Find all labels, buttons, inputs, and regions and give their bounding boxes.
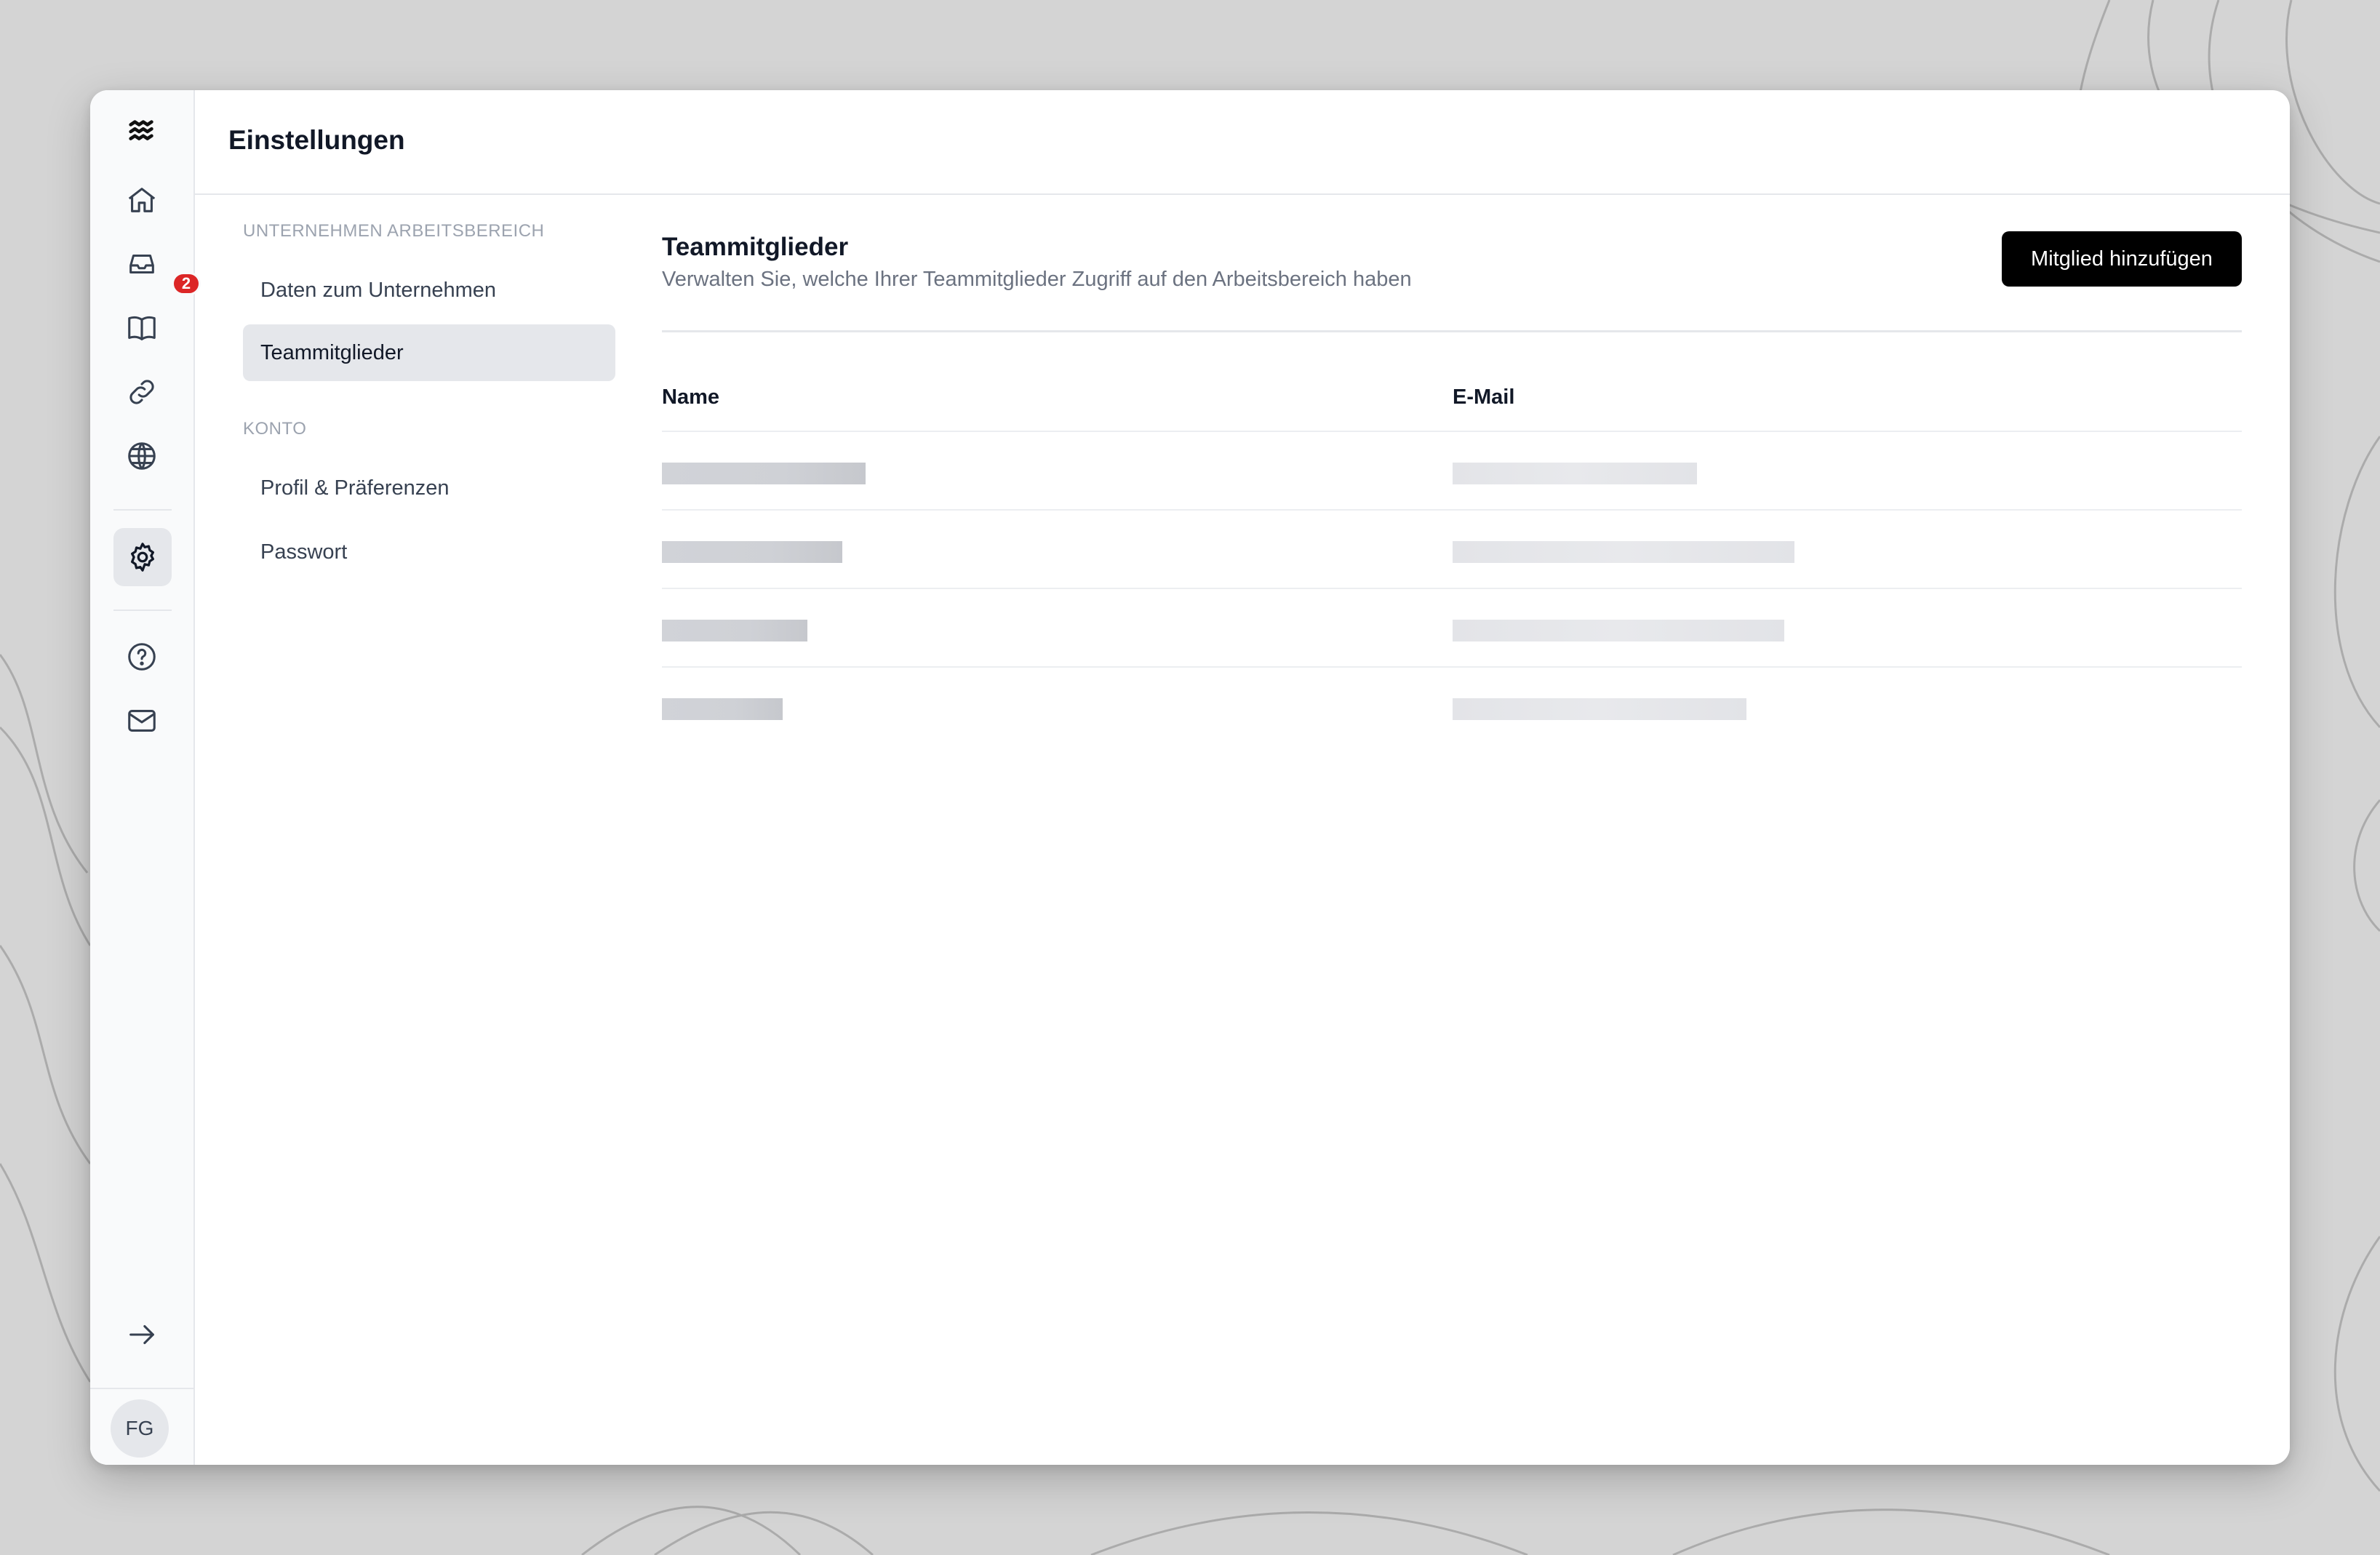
redacted-name [662, 620, 807, 641]
section-title: Teammitglieder [662, 233, 849, 261]
page-title: Einstellungen [228, 125, 405, 155]
redacted-email [1453, 698, 1746, 720]
arrow-right-icon[interactable] [119, 1312, 164, 1357]
nav-item-profile-preferences[interactable]: Profil & Präferenzen [243, 460, 615, 516]
redacted-email [1453, 541, 1794, 563]
row-divider [662, 588, 2242, 589]
globe-icon[interactable] [119, 433, 164, 479]
avatar[interactable]: FG [111, 1399, 169, 1458]
add-member-button[interactable]: Mitglied hinzufügen [2002, 231, 2242, 287]
app-window: 2 FG Einstellungen UNTERNEHMEN ARBEITSBE… [90, 90, 2290, 1465]
rail-bottom-divider [90, 1388, 193, 1389]
redacted-email [1453, 620, 1784, 641]
icon-rail: 2 FG [90, 90, 201, 1465]
section-divider [662, 330, 2242, 332]
mail-icon[interactable] [119, 698, 164, 743]
rail-divider [113, 609, 172, 611]
page-header [195, 90, 2290, 195]
column-header-name[interactable]: Name [662, 385, 719, 409]
inbox-badge: 2 [172, 272, 201, 295]
help-icon[interactable] [119, 634, 164, 679]
table-header-divider [662, 431, 2242, 432]
nav-item-company-data[interactable]: Daten zum Unternehmen [243, 262, 615, 319]
home-icon[interactable] [119, 177, 164, 223]
inbox-icon[interactable]: 2 [119, 241, 201, 295]
nav-section-workspace: UNTERNEHMEN ARBEITSBEREICH [243, 221, 545, 241]
redacted-name [662, 541, 842, 563]
column-header-email[interactable]: E-Mail [1453, 385, 1514, 409]
section-subtitle: Verwalten Sie, welche Ihrer Teammitglied… [662, 268, 1412, 291]
redacted-name [662, 698, 783, 720]
nav-section-account: KONTO [243, 419, 307, 439]
nav-item-password[interactable]: Passwort [243, 524, 615, 580]
nav-item-team-members[interactable]: Teammitglieder [243, 324, 615, 381]
book-icon[interactable] [119, 305, 164, 351]
rail-divider [113, 509, 172, 511]
logo-waves-icon[interactable] [119, 109, 164, 154]
link-icon[interactable] [119, 369, 164, 415]
redacted-name [662, 463, 866, 484]
redacted-email [1453, 463, 1697, 484]
gear-icon[interactable] [113, 528, 172, 586]
row-divider [662, 666, 2242, 668]
row-divider [662, 509, 2242, 511]
